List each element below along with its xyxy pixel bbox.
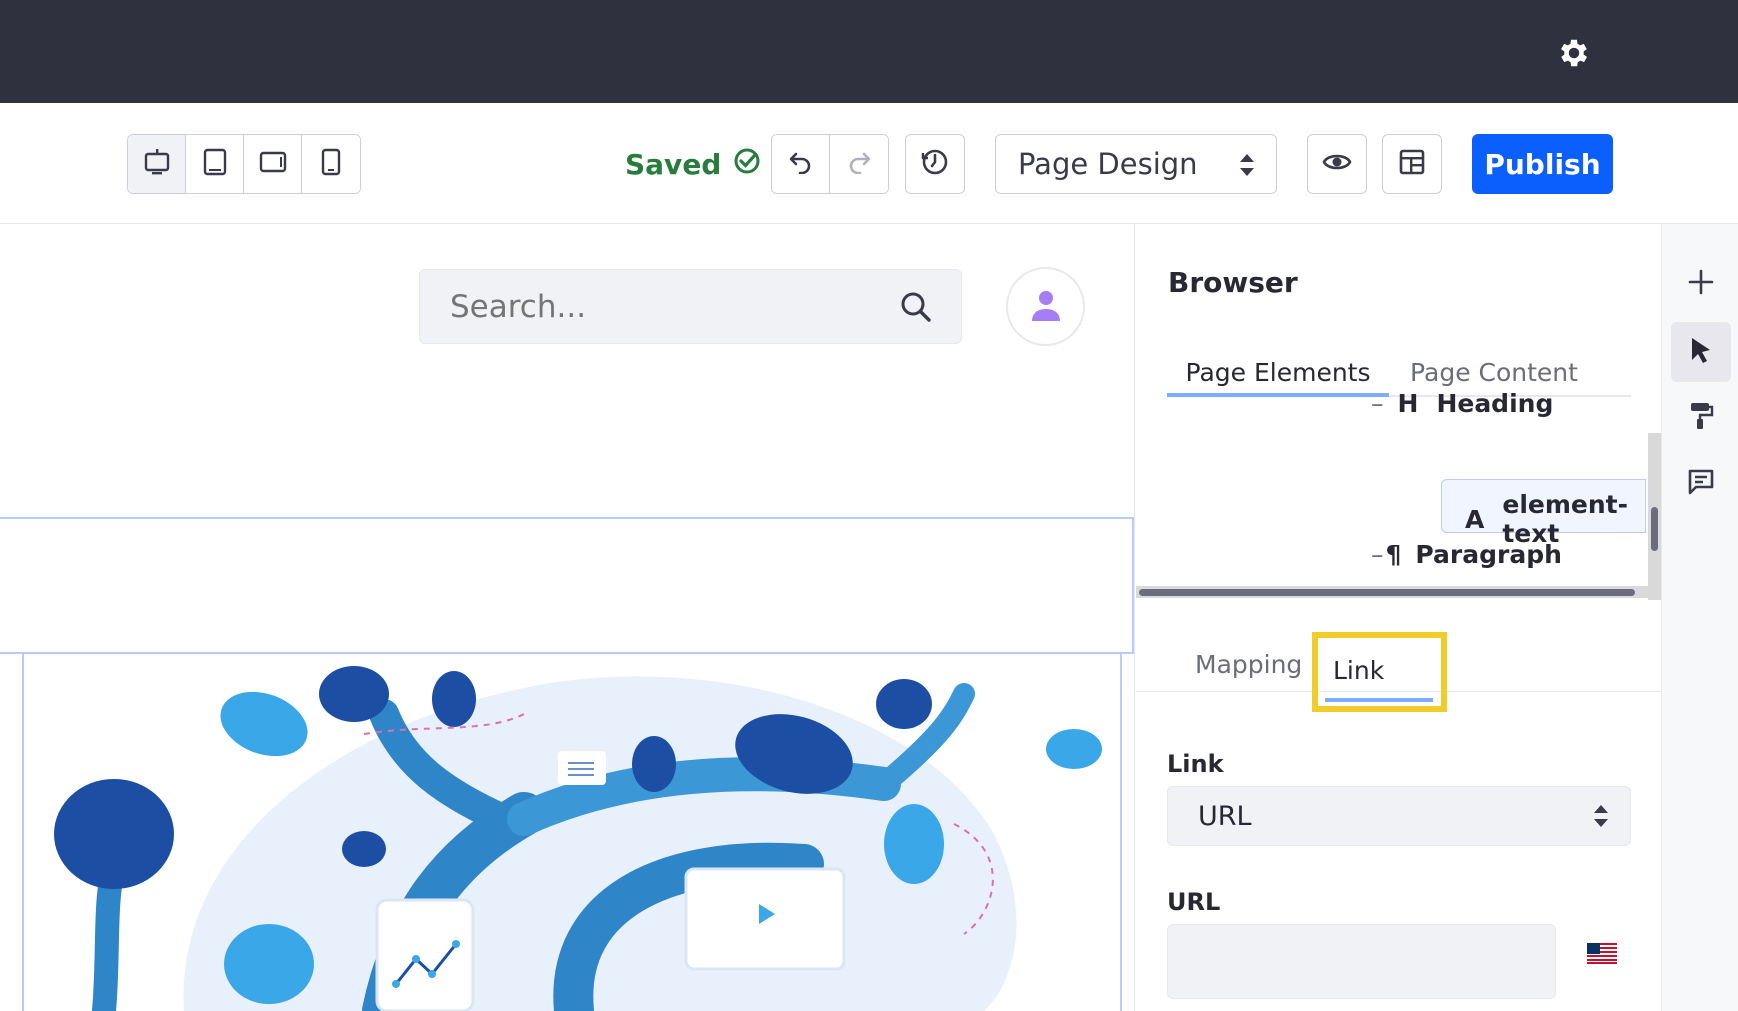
eye-icon (1322, 151, 1352, 177)
undo-redo-group (771, 134, 889, 194)
page-design-options-button[interactable] (1671, 388, 1731, 448)
check-circle-icon (733, 147, 761, 182)
tab-link-highlight: Link (1312, 632, 1447, 712)
heading-fragment-frame[interactable] (0, 517, 1134, 654)
tree-item-label: Heading (1436, 389, 1554, 418)
heading-icon: H (1397, 389, 1419, 418)
page-canvas (0, 224, 1134, 1011)
page-mode-select[interactable]: Page Design (995, 134, 1277, 194)
user-icon (1031, 289, 1061, 325)
editor-toolbar: Saved Page Design Publish (0, 103, 1738, 224)
tree-item-label: Paragraph (1415, 540, 1562, 569)
active-tab-indicator (1325, 698, 1433, 702)
link-type-value: URL (1198, 800, 1252, 832)
config-tabs: Mapping Link (1135, 622, 1662, 712)
paragraph-icon: ¶ (1385, 540, 1402, 569)
url-input[interactable] (1167, 924, 1556, 999)
device-selector (127, 134, 361, 194)
gear-icon[interactable] (1556, 35, 1592, 71)
search-bar (419, 269, 962, 344)
desktop-view-button[interactable] (128, 135, 186, 193)
comment-icon (1687, 468, 1715, 500)
tab-page-elements[interactable]: Page Elements (1167, 358, 1389, 397)
paint-roller-icon (1688, 401, 1714, 435)
plus-icon (1687, 268, 1715, 300)
page-mode-value: Page Design (1018, 147, 1198, 181)
top-bar (0, 0, 1738, 103)
tablet-landscape-view-button[interactable] (244, 135, 302, 193)
avatar[interactable] (1006, 267, 1085, 346)
undo-button[interactable] (772, 135, 830, 193)
comments-button[interactable] (1671, 454, 1731, 514)
saved-label: Saved (625, 148, 722, 181)
panel-title: Browser (1168, 266, 1298, 299)
saved-status: Saved (625, 147, 761, 182)
search-input[interactable] (420, 270, 961, 343)
undo-icon (788, 150, 814, 178)
tree-vertical-scrollbar[interactable] (1648, 433, 1661, 600)
add-fragment-button[interactable] (1671, 254, 1731, 314)
text-icon: A (1465, 504, 1485, 534)
tree-collapse-icon[interactable]: – (1371, 389, 1384, 418)
link-field-label: Link (1167, 750, 1224, 778)
select-arrows-icon (1238, 151, 1256, 185)
tree-collapse-icon[interactable]: – (1371, 540, 1384, 569)
url-field-label: URL (1167, 888, 1221, 916)
us-flag-icon[interactable] (1587, 943, 1617, 964)
browser-panel: Browser Page Elements Page Content – H H… (1134, 224, 1662, 1011)
history-button[interactable] (905, 134, 965, 194)
tab-link[interactable]: Link (1333, 656, 1384, 685)
link-type-select[interactable]: URL (1167, 786, 1631, 846)
scrollbar-thumb[interactable] (1651, 507, 1658, 551)
redo-button[interactable] (830, 135, 888, 193)
tab-mapping[interactable]: Mapping (1195, 650, 1302, 679)
page-structure-button[interactable] (1382, 134, 1442, 194)
tree-horizontal-scrollbar[interactable] (1136, 586, 1648, 598)
tablet-landscape-icon (259, 151, 287, 177)
history-icon (920, 147, 950, 181)
side-rail (1661, 224, 1738, 1011)
search-icon[interactable] (899, 290, 933, 328)
desktop-icon (144, 148, 170, 180)
tree-item-paragraph[interactable]: – ¶ Paragraph (1371, 540, 1562, 569)
plant-illustration (54, 666, 1102, 1011)
preview-button[interactable] (1307, 134, 1367, 194)
redo-icon (846, 150, 872, 178)
publish-button[interactable]: Publish (1472, 134, 1613, 194)
tablet-icon (203, 148, 227, 180)
layout-icon (1398, 148, 1426, 180)
scrollbar-thumb[interactable] (1139, 589, 1635, 596)
phone-icon (321, 148, 341, 180)
tablet-view-button[interactable] (186, 135, 244, 193)
browser-button[interactable] (1671, 322, 1731, 382)
select-arrows-icon (1592, 803, 1610, 836)
cursor-icon (1688, 336, 1714, 368)
tree-item-heading[interactable]: – H Heading (1371, 389, 1553, 418)
phone-view-button[interactable] (302, 135, 360, 193)
